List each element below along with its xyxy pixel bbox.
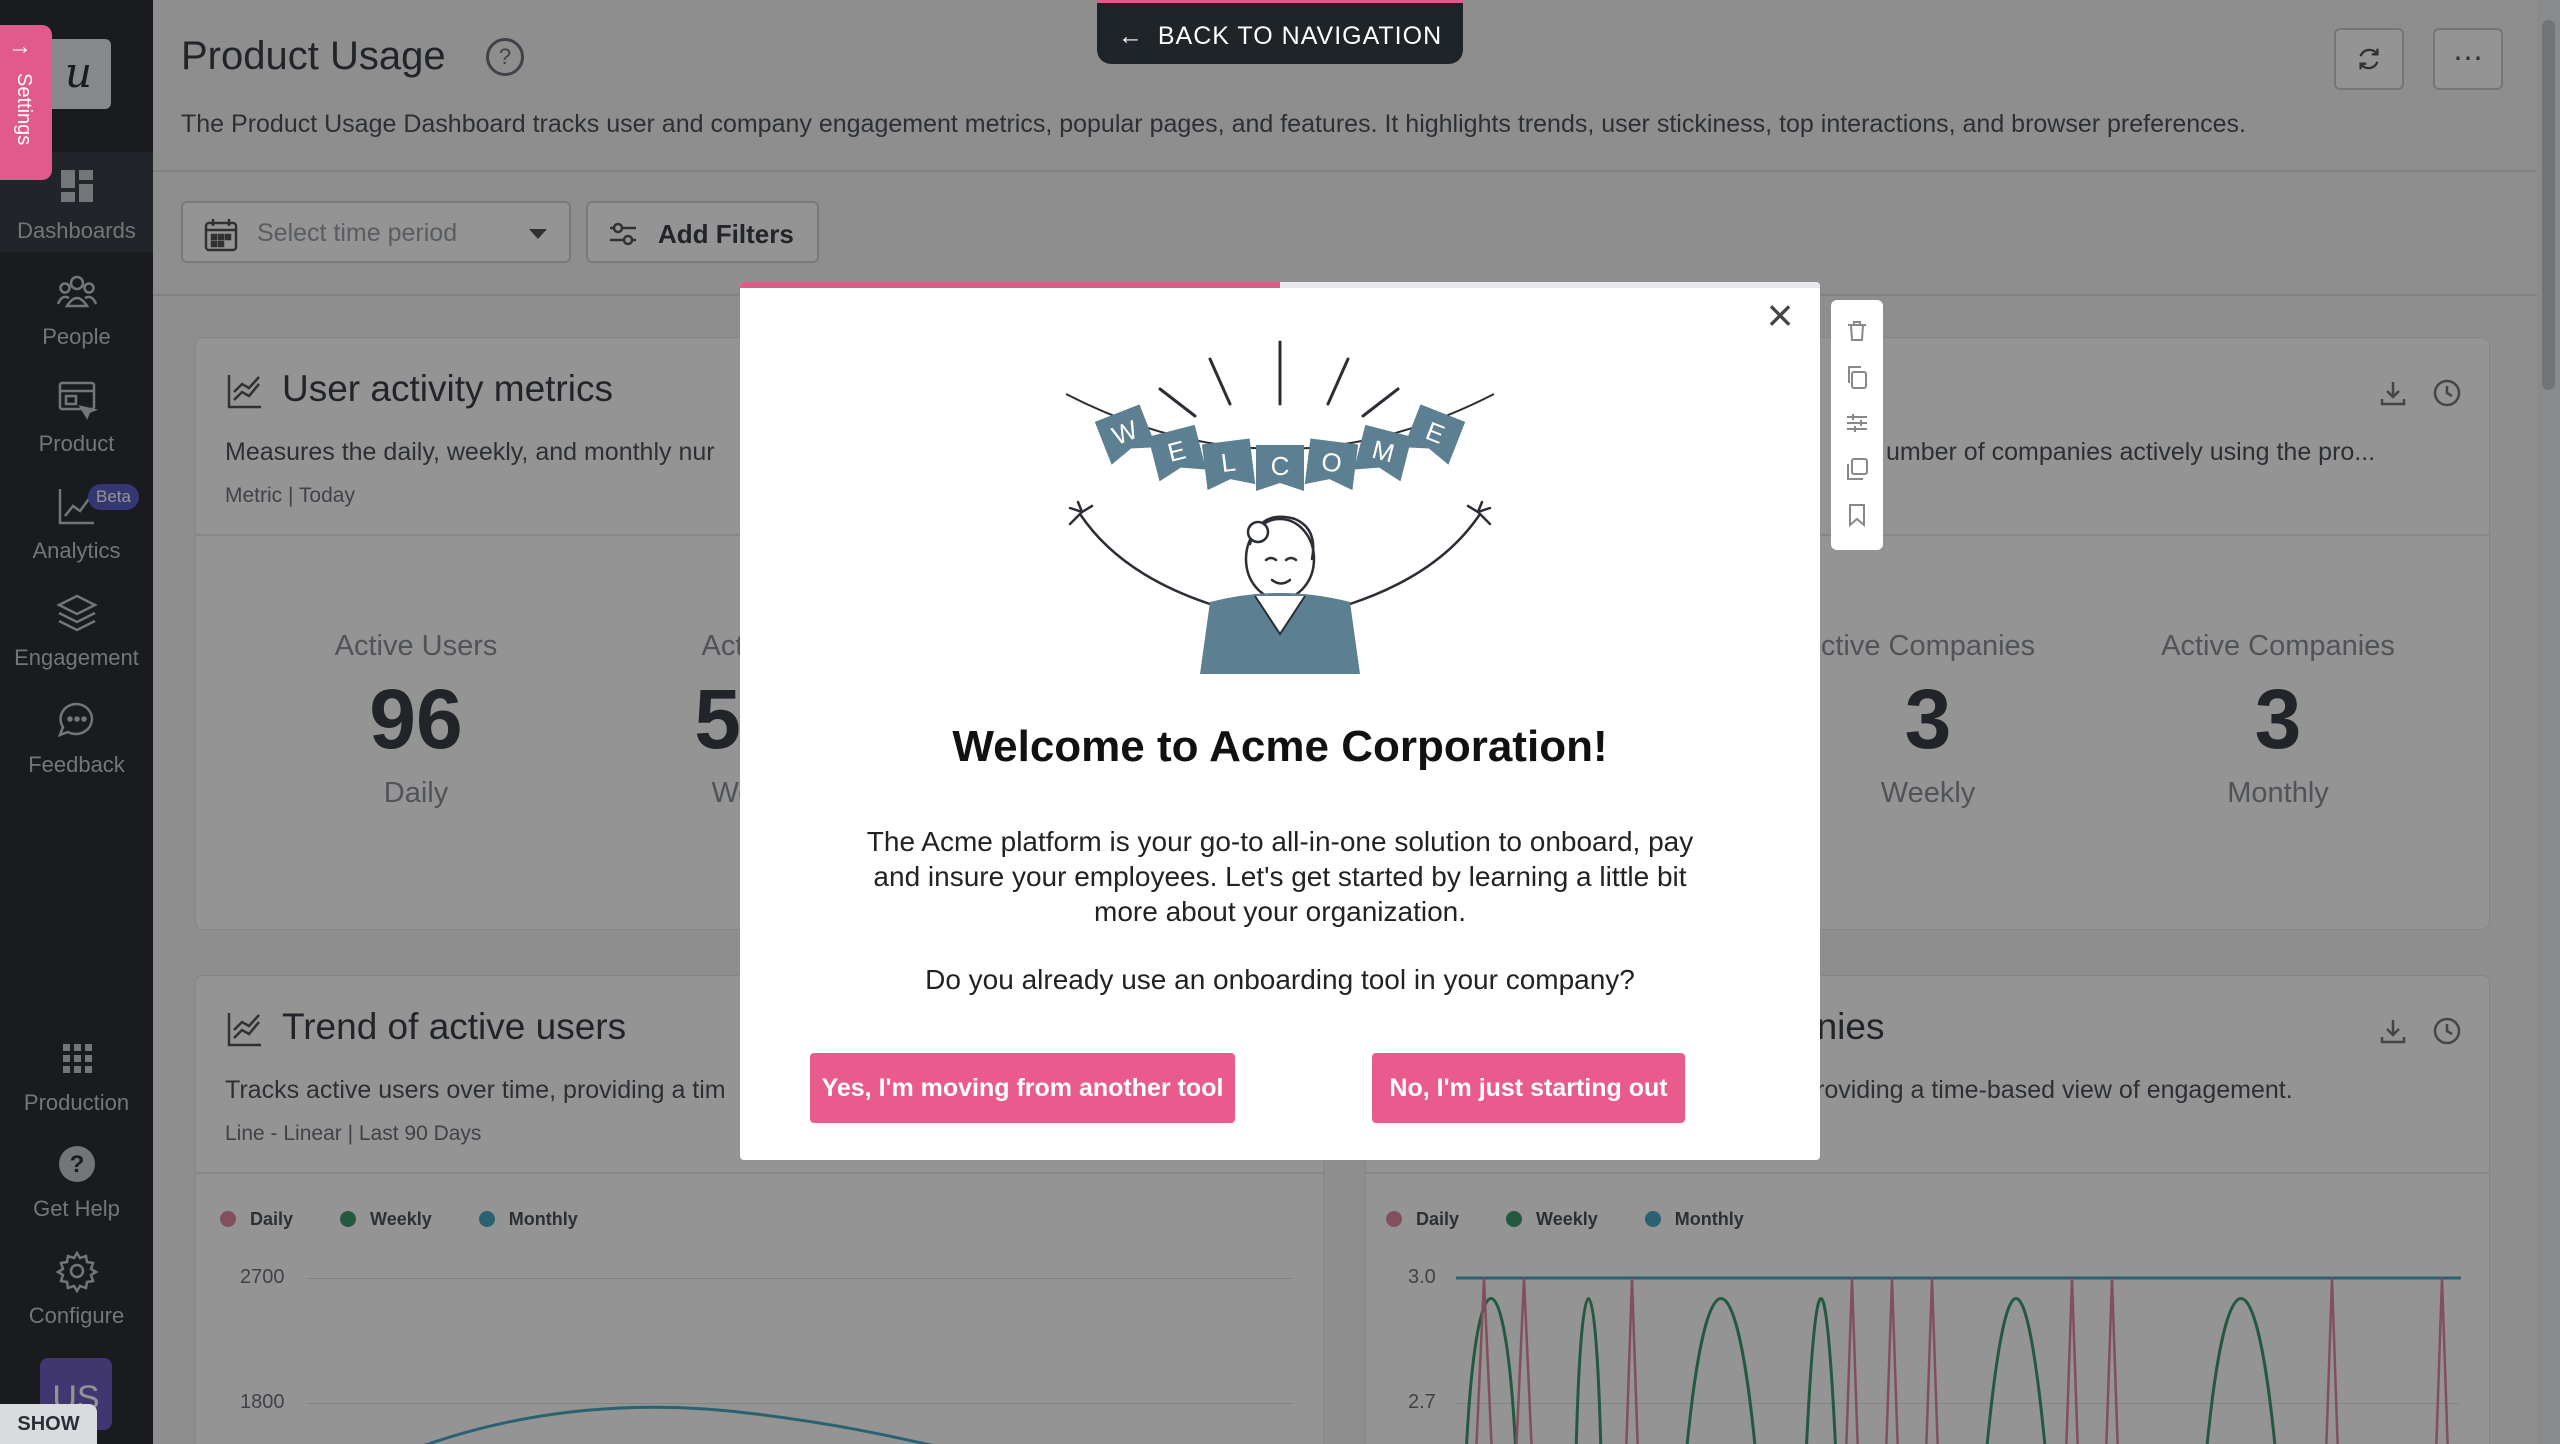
trash-icon[interactable]	[1844, 318, 1870, 344]
settings-tab-label: Settings	[13, 73, 35, 146]
banner-pennant: M	[1353, 424, 1412, 482]
moving-from-another-tool-button[interactable]: Yes, I'm moving from another tool	[810, 1053, 1235, 1123]
modal-title: Welcome to Acme Corporation!	[952, 722, 1608, 771]
modal-body: The Acme platform is your go-to all-in-o…	[866, 826, 1694, 927]
banner-letter: O	[1320, 446, 1344, 478]
banner-letter: C	[1271, 451, 1290, 481]
banner-pennant: O	[1304, 438, 1359, 491]
welcome-illustration: WE L C O ME	[1065, 340, 1495, 674]
banner-pennant: C	[1256, 445, 1304, 491]
side-toolbar	[1831, 300, 1883, 550]
back-to-navigation-button[interactable]: ← BACK TO NAVIGATION	[1097, 0, 1463, 64]
progress-track	[740, 282, 1820, 288]
sliders-icon[interactable]	[1844, 410, 1870, 436]
progress-fill	[740, 282, 1280, 288]
banner-pennant: W	[1094, 404, 1157, 465]
banner-pennant: L	[1201, 438, 1256, 491]
banner-pennant: E	[1403, 404, 1466, 465]
arrow-right-icon: →	[8, 33, 32, 60]
show-button[interactable]: SHOW	[0, 1404, 97, 1444]
copy-icon[interactable]	[1844, 364, 1870, 390]
settings-tab[interactable]: → Settings	[0, 25, 52, 180]
banner-pennant: E	[1148, 424, 1207, 482]
just-starting-out-button[interactable]: No, I'm just starting out	[1372, 1053, 1685, 1123]
back-to-navigation-label: BACK TO NAVIGATION	[1157, 22, 1443, 50]
bookmark-icon[interactable]	[1844, 502, 1870, 528]
arrow-left-icon: ←	[1117, 22, 1144, 50]
welcome-modal: × WELCOME Welcome to Acme Corporation! T…	[740, 282, 1820, 1160]
duplicate-icon[interactable]	[1844, 456, 1870, 482]
modal-question: Do you already use an onboarding tool in…	[925, 964, 1635, 995]
close-icon[interactable]: ×	[1760, 292, 1800, 338]
